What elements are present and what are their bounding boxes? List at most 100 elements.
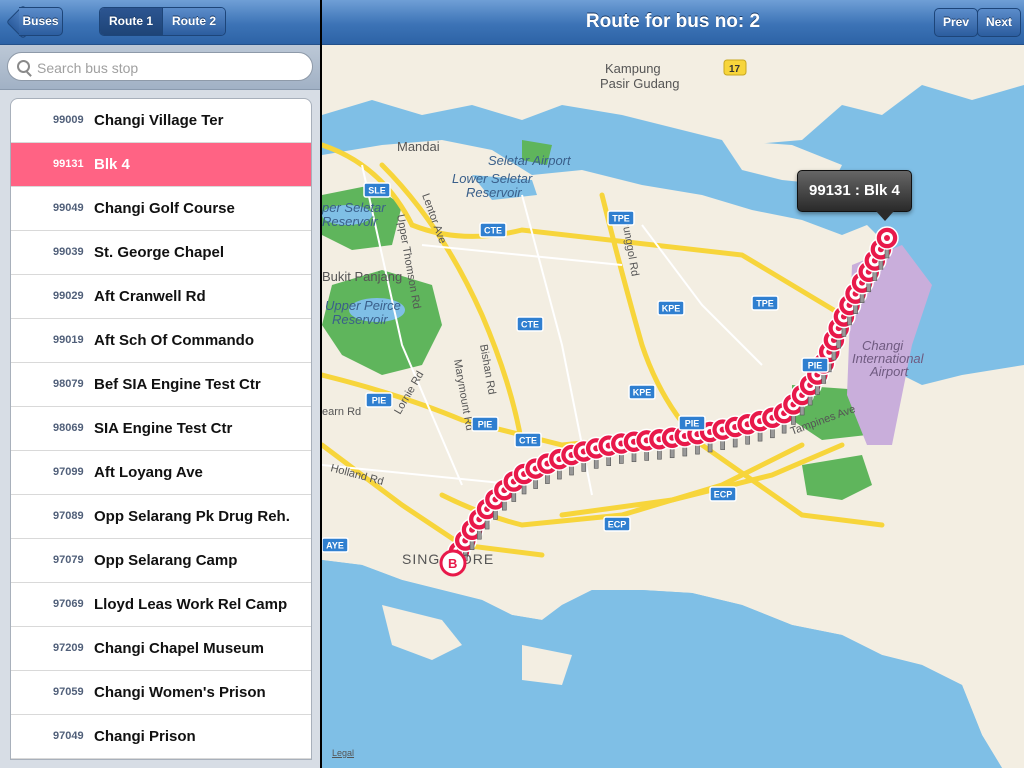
label-pasir-gudang: Pasir Gudang: [600, 76, 680, 91]
label-lower-seletar-res: Reservoir: [466, 185, 522, 200]
expressway-badge-label: PIE: [685, 419, 700, 429]
stop-name: Changi Women's Prison: [94, 684, 266, 701]
expressway-badge: PIE: [801, 357, 829, 373]
johor-landmass: [322, 45, 1024, 145]
expressway-badge-label: AYE: [326, 541, 344, 551]
stop-code: 97069: [53, 598, 84, 610]
label-dunearn: earn Rd: [322, 406, 361, 418]
expressway-badge: KPE: [657, 300, 685, 316]
stop-name: St. George Chapel: [94, 244, 225, 261]
stop-name: Aft Sch Of Commando: [94, 332, 254, 349]
expressway-badge: PIE: [678, 415, 706, 431]
stop-name: Changi Chapel Museum: [94, 640, 265, 657]
expressway-badge-label: TPE: [756, 299, 774, 309]
stop-name: Aft Loyang Ave: [94, 464, 203, 481]
stop-code: 97059: [53, 686, 84, 698]
stop-name: Changi Village Ter: [94, 112, 224, 129]
legal-link[interactable]: Legal: [332, 748, 354, 758]
stop-callout[interactable]: 99131 : Blk 4: [797, 170, 912, 221]
road-17-shield: 17: [723, 59, 747, 76]
next-button[interactable]: Next: [977, 8, 1022, 37]
expressway-badge: CTE: [514, 432, 542, 448]
stop-code: 98079: [53, 378, 84, 390]
bus-stop-row[interactable]: 98069 SIA Engine Test Ctr: [11, 407, 311, 451]
label-upper-peirce-res: Reservoir: [332, 312, 388, 327]
expressway-badge: ECP: [603, 516, 631, 532]
search-input[interactable]: [35, 57, 299, 79]
expressway-badge-label: PIE: [372, 396, 387, 406]
expressway-badge-label: ECP: [608, 520, 627, 530]
stop-name: SIA Engine Test Ctr: [94, 420, 233, 437]
bus-stop-row[interactable]: 97099 Aft Loyang Ave: [11, 451, 311, 495]
expressway-badge: PIE: [471, 416, 499, 432]
bus-stop-row[interactable]: 97089 Opp Selarang Pk Drug Reh.: [11, 495, 311, 539]
stop-code: 99029: [53, 290, 84, 302]
stop-code: 99039: [53, 246, 84, 258]
expressway-badge-label: SLE: [368, 186, 386, 196]
label-seletar-airport: Seletar Airport: [488, 153, 572, 168]
bus-stop-row[interactable]: 99049 Changi Golf Course: [11, 187, 311, 231]
bus-stop-row[interactable]: 98079 Bef SIA Engine Test Ctr: [11, 363, 311, 407]
map-canvas: Kampung Pasir Gudang Mandai Seletar Airp…: [322, 45, 1024, 768]
expressway-badge-label: KPE: [662, 304, 681, 314]
stop-code: 97089: [53, 510, 84, 522]
expressway-badge: ECP: [709, 486, 737, 502]
page-title: Route for bus no: 2: [585, 11, 761, 32]
bus-stop-row[interactable]: 99019 Aft Sch Of Commando: [11, 319, 311, 363]
expressway-badge: TPE: [751, 295, 779, 311]
expressway-badge-label: CTE: [484, 226, 502, 236]
expressway-badge: SLE: [363, 182, 391, 198]
stop-code: 99019: [53, 334, 84, 346]
expressway-badge: CTE: [479, 222, 507, 238]
stop-list-pane: Buses Route 1 Route 2 99009 Changi Villag…: [0, 0, 320, 768]
bus-stop-row[interactable]: 99039 St. George Chapel: [11, 231, 311, 275]
bus-stop-row[interactable]: 99029 Aft Cranwell Rd: [11, 275, 311, 319]
label-upper-peirce: Upper Peirce: [325, 298, 401, 313]
expressway-badge-label: CTE: [519, 436, 537, 446]
stop-name: Aft Cranwell Rd: [94, 288, 206, 305]
route-segmented-control: Route 1 Route 2: [99, 7, 227, 36]
route-1-tab[interactable]: Route 1: [100, 8, 163, 35]
bus-stop-list: 99009 Changi Village Ter 99131 Blk 4 99049 Ch…: [10, 98, 312, 760]
bus-stop-row[interactable]: 99131 Blk 4: [11, 143, 311, 187]
bus-stop-row[interactable]: 97079 Opp Selarang Camp: [11, 539, 311, 583]
stop-code: 97099: [53, 466, 84, 478]
stop-code: 97049: [53, 730, 84, 742]
stop-name: Changi Golf Course: [94, 200, 235, 217]
prev-button[interactable]: Prev: [934, 8, 979, 37]
expressway-badge-label: PIE: [478, 420, 493, 430]
route-map[interactable]: Kampung Pasir Gudang Mandai Seletar Airp…: [322, 45, 1024, 768]
buses-back-button[interactable]: Buses: [6, 5, 63, 39]
expressway-badge-label: KPE: [633, 388, 652, 398]
expressway-badge-label: ECP: [714, 490, 733, 500]
label-kampung: Kampung: [605, 61, 661, 76]
expressway-badge: KPE: [628, 384, 656, 400]
bus-stop-row[interactable]: 97069 Lloyd Leas Work Rel Camp: [11, 583, 311, 627]
bus-stop-row[interactable]: 97059 Changi Women's Prison: [11, 671, 311, 715]
route-2-tab[interactable]: Route 2: [162, 8, 226, 35]
search-icon: [17, 60, 30, 73]
stop-name: Changi Prison: [94, 728, 196, 745]
right-navbar: Route for bus no: 2 Prev Next: [322, 0, 1024, 45]
stop-name: Blk 4: [94, 156, 130, 173]
expressway-badge: TPE: [607, 210, 635, 226]
expressway-badge: PIE: [365, 392, 393, 408]
label-mandai: Mandai: [397, 139, 440, 154]
stop-code: 98069: [53, 422, 84, 434]
stop-code: 97209: [53, 642, 84, 654]
stop-code: 99131: [53, 158, 84, 170]
back-button-label: Buses: [19, 7, 63, 36]
bus-stop-row[interactable]: 99009 Changi Village Ter: [11, 99, 311, 143]
stop-code: 97079: [53, 554, 84, 566]
stop-name: Opp Selarang Pk Drug Reh.: [94, 508, 290, 525]
stop-name: Opp Selarang Camp: [94, 552, 238, 569]
start-marker-label: B: [448, 556, 457, 571]
bus-stop-row[interactable]: 97049 Changi Prison: [11, 715, 311, 759]
map-pane: Route for bus no: 2 Prev Next Kampung Pa…: [322, 0, 1024, 768]
expressway-badge-label: CTE: [521, 320, 539, 330]
stop-code: 99049: [53, 202, 84, 214]
search-field[interactable]: [7, 52, 313, 81]
bus-stop-row[interactable]: 97209 Changi Chapel Museum: [11, 627, 311, 671]
road-17-label: 17: [729, 64, 741, 75]
left-navbar: Buses Route 1 Route 2: [0, 0, 320, 45]
